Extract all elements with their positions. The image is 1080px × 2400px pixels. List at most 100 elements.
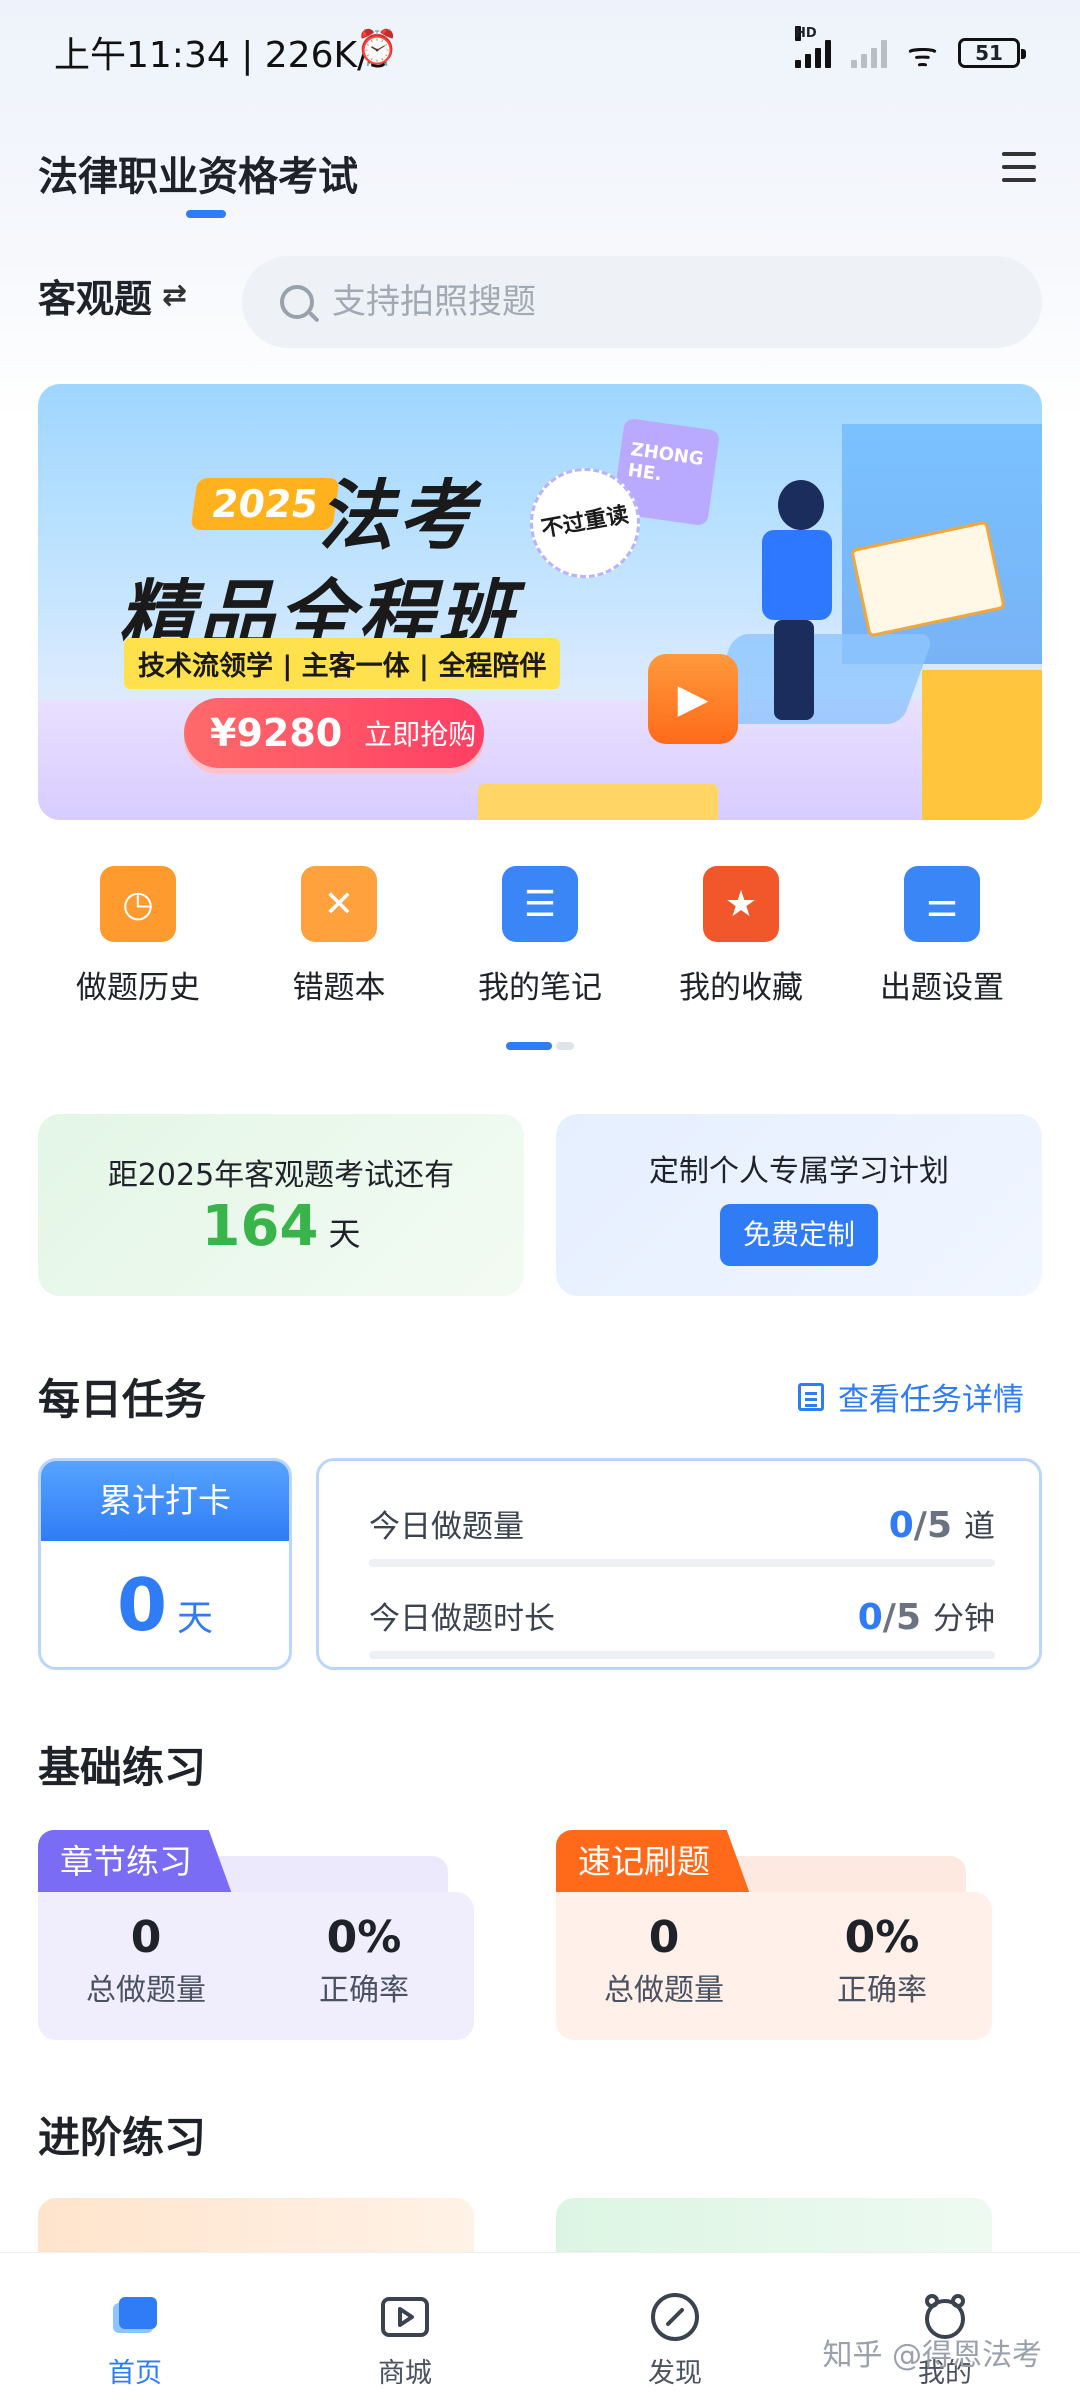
progress-value: 0/5 分钟: [858, 1593, 995, 1638]
banner-tags: 技术流领学 | 主客一体 | 全程陪伴: [124, 638, 561, 689]
quick-action-history[interactable]: ◷ 做题历史: [38, 866, 238, 1026]
plan-label: 定制个人专属学习计划: [649, 1154, 949, 1189]
title-active-indicator: [186, 210, 226, 218]
stat-value: 0: [648, 1912, 680, 1963]
checkin-card[interactable]: 累计打卡 0天: [38, 1458, 292, 1670]
nav-label: 首页: [108, 2358, 162, 2389]
task-detail-label: 查看任务详情: [838, 1382, 1024, 1418]
discover-compass-icon: [651, 2293, 699, 2341]
quick-actions: ◷ 做题历史 ✕ 错题本 ☰ 我的笔记 ★ 我的收藏 ⚌ 出题设置: [38, 866, 1042, 1026]
quick-memory-card[interactable]: 速记刷题 0 总做题量 0% 正确率: [556, 1830, 992, 2040]
search-icon: [280, 285, 314, 319]
total-count-stat: 0 总做题量: [564, 1912, 764, 2009]
progress-unit: 分钟: [933, 1601, 995, 1637]
notes-icon: ☰: [502, 866, 578, 942]
stat-value: 0%: [326, 1912, 402, 1963]
home-icon: [113, 2297, 157, 2333]
progress-unit: 道: [964, 1509, 995, 1545]
nav-profile[interactable]: 我的: [810, 2253, 1080, 2400]
accuracy-stat: 0% 正确率: [264, 1912, 464, 2009]
progress-current: 0: [888, 1505, 914, 1546]
task-detail-link[interactable]: 查看任务详情: [798, 1374, 1024, 1419]
alarm-clock-icon: ⏰: [356, 28, 399, 68]
quick-action-wrong-book[interactable]: ✕ 错题本: [239, 866, 439, 1026]
free-customize-button[interactable]: 免费定制: [720, 1204, 878, 1266]
wrong-book-icon: ✕: [301, 866, 377, 942]
carousel-indicator: [506, 1042, 574, 1050]
subject-label: 客观题: [38, 277, 153, 321]
app-header: 法律职业资格考试: [0, 130, 1080, 230]
daily-task-title: 每日任务: [38, 1375, 207, 1424]
total-count-stat: 0 总做题量: [46, 1912, 246, 2009]
quick-action-label: 我的笔记: [478, 970, 602, 1006]
status-indicators: HD ᯤ 51: [794, 26, 1026, 76]
chapter-practice-card[interactable]: 章节练习 0 总做题量 0% 正确率: [38, 1830, 474, 2040]
progress-label: 今日做题时长: [369, 1601, 555, 1637]
progress-current: 0: [857, 1597, 883, 1638]
countdown-value: 164: [201, 1194, 319, 1259]
checkin-value: 0天: [41, 1563, 289, 1647]
chapter-practice-tab: 章节练习: [38, 1830, 232, 1894]
quick-action-label: 做题历史: [76, 970, 200, 1006]
quick-action-label: 出题设置: [880, 970, 1004, 1006]
progress-total: /5: [882, 1597, 921, 1638]
progress-row-questions: 今日做题量 0/5 道: [369, 1501, 995, 1567]
advanced-practice-title: 进阶练习: [38, 2113, 207, 2162]
progress-track: [369, 1559, 995, 1567]
basic-practice-title: 基础练习: [38, 1743, 207, 1792]
checkin-unit: 天: [177, 1598, 214, 1639]
study-plan-card: 定制个人专属学习计划 免费定制: [556, 1114, 1042, 1296]
quick-action-favorites[interactable]: ★ 我的收藏: [641, 866, 841, 1026]
menu-icon[interactable]: [1002, 152, 1036, 182]
search-input[interactable]: [332, 282, 932, 322]
nav-mall[interactable]: 商城: [270, 2253, 540, 2400]
wifi-icon: ᯤ: [906, 35, 938, 75]
advanced-card-peek[interactable]: [38, 2198, 474, 2258]
progress-row-time: 今日做题时长 0/5 分钟: [369, 1593, 995, 1659]
daily-progress-card: 今日做题量 0/5 道 今日做题时长 0/5 分钟: [316, 1458, 1042, 1670]
nav-home[interactable]: 首页: [0, 2253, 270, 2400]
search-bar[interactable]: [242, 256, 1042, 348]
banner-cta: 立即抢购: [364, 718, 477, 751]
banner-price: ¥9280: [210, 711, 343, 755]
card-body: 0 总做题量 0% 正确率: [38, 1892, 474, 2040]
cellular-signal-icon: HD: [794, 26, 831, 68]
mall-icon: [381, 2297, 429, 2337]
status-time: 上午11:34 | 226K/s: [54, 35, 388, 76]
battery-icon: 51: [958, 38, 1026, 68]
banner-decoration: [922, 670, 1042, 820]
countdown-unit: 天: [328, 1215, 361, 1253]
quick-action-notes[interactable]: ☰ 我的笔记: [440, 866, 640, 1026]
page-title[interactable]: 法律职业资格考试: [38, 144, 358, 202]
nav-label: 发现: [648, 2358, 702, 2389]
progress-value: 0/5 道: [889, 1501, 995, 1546]
banner-decoration: [478, 784, 718, 820]
stat-value: 0: [130, 1912, 162, 1963]
progress-total: /5: [913, 1505, 952, 1546]
banner-person-illustration: [738, 480, 858, 740]
advanced-card-peek[interactable]: [556, 2198, 992, 2258]
promo-banner[interactable]: 2025 法考 精品全程班 技术流领学 | 主客一体 | 全程陪伴 ¥9280 …: [38, 384, 1042, 820]
subject-switcher[interactable]: 客观题 ⇄: [38, 268, 187, 323]
quick-action-label: 我的收藏: [679, 970, 803, 1006]
banner-headline: 法考: [318, 471, 478, 560]
status-bar: 上午11:34 | 226K/s ⏰ HD ᯤ 51: [0, 0, 1080, 100]
stat-label: 总做题量: [604, 1973, 724, 2008]
banner-buy-button[interactable]: ¥9280 立即抢购: [184, 698, 484, 768]
swap-icon: ⇄: [162, 278, 188, 313]
checkin-label: 累计打卡: [41, 1461, 289, 1541]
favorite-star-icon: ★: [703, 866, 779, 942]
quick-action-settings[interactable]: ⚌ 出题设置: [842, 866, 1042, 1026]
countdown-days: 164 天: [38, 1194, 524, 1259]
play-icon: ▶: [648, 654, 738, 744]
cellular-signal-secondary-icon: [850, 38, 887, 68]
quick-action-label: 错题本: [292, 970, 386, 1006]
watermark: 知乎 @得恩法考: [822, 2338, 1042, 2373]
nav-label: 商城: [378, 2358, 432, 2389]
progress-track: [369, 1651, 995, 1659]
nav-discover[interactable]: 发现: [540, 2253, 810, 2400]
checkin-count: 0: [116, 1563, 168, 1647]
document-icon: [798, 1382, 824, 1411]
countdown-label: 距2025年客观题考试还有: [107, 1158, 455, 1193]
settings-sliders-icon: ⚌: [904, 866, 980, 942]
